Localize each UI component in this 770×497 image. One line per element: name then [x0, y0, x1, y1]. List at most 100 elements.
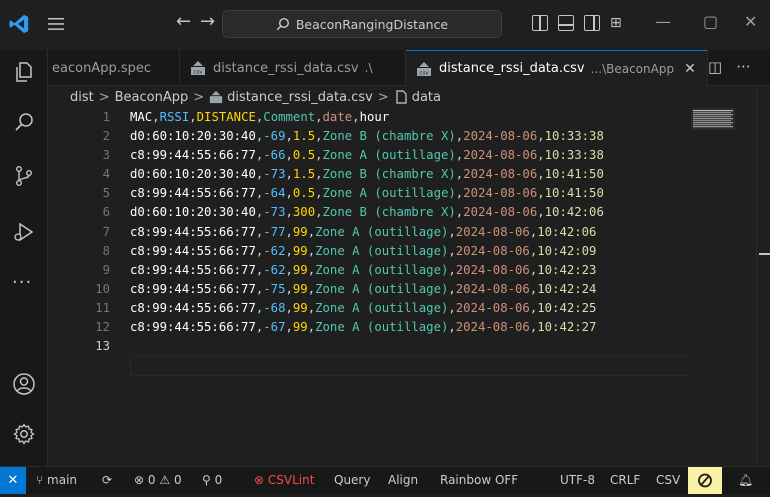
branch-name: main	[47, 473, 78, 487]
cell-rssi: -73	[263, 167, 286, 182]
tab-distance-rssi-data-beaconapp[interactable]: csv distance_rssi_data.csv ...\BeaconApp…	[406, 50, 708, 86]
source-control-icon[interactable]	[12, 164, 36, 188]
cell-mac: d0:60:10:20:30:40	[130, 205, 256, 220]
cell-rssi: -62	[263, 243, 286, 258]
rainbow-toggle[interactable]: Rainbow OFF	[440, 473, 518, 487]
header-comment: Comment	[263, 110, 316, 124]
more-actions-icon[interactable]: ···	[736, 58, 750, 76]
notifications-bell-icon[interactable]: 🔔︎	[738, 473, 753, 487]
vertical-scrollbar[interactable]	[756, 86, 770, 466]
tab-description: ...\BeaconApp	[590, 61, 675, 76]
cell-distance: 99	[292, 281, 308, 296]
back-arrow-icon[interactable]: ←	[176, 11, 191, 32]
line-number: 11	[95, 300, 110, 315]
extension-status-badge[interactable]	[688, 467, 722, 494]
toggle-panel-icon[interactable]	[558, 15, 574, 31]
tab-beaconapp-spec[interactable]: eaconApp.spec	[48, 50, 180, 86]
tab-label: eaconApp.spec	[52, 60, 152, 76]
minimize-icon[interactable]: —	[655, 12, 671, 31]
explorer-icon[interactable]	[12, 60, 36, 84]
query-button[interactable]: Query	[334, 473, 370, 487]
line-number: 8	[102, 243, 110, 258]
cell-rssi: -73	[263, 205, 286, 220]
forward-arrow-icon[interactable]: →	[200, 11, 215, 32]
search-sidebar-icon[interactable]	[12, 110, 36, 134]
more-views-icon[interactable]: ···	[12, 272, 32, 293]
csv-data-line: d0:60:10:20:30:40,-73,300,Zone B (chambr…	[130, 205, 604, 220]
account-icon[interactable]	[12, 372, 36, 396]
tab-distance-rssi-data-local[interactable]: csv distance_rssi_data.csv .\	[180, 50, 406, 86]
encoding-status[interactable]: UTF-8	[560, 473, 595, 487]
cell-hour: 10:42:23	[537, 262, 597, 277]
gear-icon[interactable]	[12, 422, 36, 446]
cell-mac: d0:60:10:20:30:40	[130, 129, 256, 144]
tab-bar: eaconApp.spec csv distance_rssi_data.csv…	[48, 50, 770, 86]
sync-icon[interactable]: ⟳	[102, 473, 112, 487]
breadcrumb-beaconapp[interactable]: BeaconApp	[115, 90, 189, 105]
cell-distance: 99	[292, 243, 308, 258]
cell-date: 2024-08-06	[455, 224, 530, 239]
align-button[interactable]: Align	[388, 473, 418, 487]
csvlint-status[interactable]: ⊗ CSVLint	[254, 473, 314, 487]
cell-hour: 10:41:50	[544, 167, 604, 182]
breadcrumb-file[interactable]: distance_rssi_data.csv	[227, 90, 373, 105]
csv-data-line: c8:99:44:55:66:77,-64,0.5,Zone A (outill…	[130, 186, 604, 201]
toggle-secondary-sidebar-icon[interactable]	[584, 15, 600, 31]
cell-hour: 10:42:06	[544, 205, 604, 220]
csv-data-line: c8:99:44:55:66:77,-66,0.5,Zone A (outill…	[130, 148, 604, 163]
line-number-gutter: 1 2 3 4 5 6 7 8 9 10 11 12 13	[48, 108, 112, 356]
editor-actions: ◫ ···	[708, 58, 751, 76]
cell-mac: c8:99:44:55:66:77	[130, 148, 256, 163]
cell-distance: 1.5	[292, 167, 316, 182]
language-mode[interactable]: CSV	[656, 473, 680, 487]
cell-comment: Zone A (outillage)	[315, 300, 449, 315]
cell-date: 2024-08-06	[455, 320, 530, 335]
cell-date: 2024-08-06	[455, 262, 530, 277]
breadcrumb-dist[interactable]: dist	[70, 90, 94, 105]
cell-distance: 99	[292, 224, 308, 239]
close-tab-icon[interactable]: ✕	[684, 61, 696, 77]
document-icon	[396, 90, 407, 104]
csv-data-line: d0:60:10:20:30:40,-69,1.5,Zone B (chambr…	[130, 129, 604, 144]
cell-hour: 10:33:38	[544, 148, 604, 163]
maximize-icon[interactable]: ▢	[703, 12, 718, 31]
close-window-icon[interactable]: ✕	[744, 12, 757, 31]
cell-comment: Zone A (outillage)	[315, 243, 449, 258]
cell-mac: c8:99:44:55:66:77	[130, 186, 256, 201]
command-center-search[interactable]: BeaconRangingDistance	[222, 10, 502, 38]
cell-mac: c8:99:44:55:66:77	[130, 224, 256, 239]
code-lines: MAC,RSSI,DISTANCE,Comment,date,hour d0:6…	[130, 108, 688, 356]
menu-icon[interactable]	[48, 17, 64, 31]
cell-distance: 0.5	[292, 148, 316, 163]
cell-mac: d0:60:10:20:30:40	[130, 167, 256, 182]
vscode-logo-icon[interactable]	[8, 13, 30, 35]
ports-status[interactable]: ⚲ 0	[202, 473, 222, 487]
split-editor-icon[interactable]: ◫	[708, 58, 722, 76]
cell-rssi: -69	[263, 129, 286, 144]
cell-date: 2024-08-06	[463, 148, 538, 163]
run-and-debug-icon[interactable]	[12, 220, 36, 244]
branch-status[interactable]: ⑂ main	[36, 473, 77, 487]
eol-status[interactable]: CRLF	[610, 473, 640, 487]
customize-layout-icon[interactable]: ⊞	[610, 15, 626, 31]
cell-distance: 99	[292, 320, 308, 335]
line-number: 5	[102, 186, 110, 201]
line-number: 10	[95, 281, 110, 296]
header-hour: hour	[359, 110, 390, 124]
line-number: 12	[95, 320, 110, 335]
empty-line	[130, 337, 688, 356]
code-editor[interactable]: 1 2 3 4 5 6 7 8 9 10 11 12 13 MAC,RSSI,D…	[48, 108, 688, 466]
layout-controls: ⊞	[532, 15, 626, 31]
csv-header-line: MAC,RSSI,DISTANCE,Comment,date,hour	[130, 110, 390, 124]
problems-status[interactable]: ⊗ 0 ⚠ 0	[134, 473, 182, 487]
header-distance: DISTANCE	[196, 110, 256, 124]
breadcrumb-separator: >	[98, 89, 110, 105]
breadcrumb: dist > BeaconApp > distance_rssi_data.cs…	[48, 86, 688, 108]
line-number: 3	[102, 148, 110, 163]
remote-indicator-icon[interactable]: ✕	[0, 467, 26, 494]
cell-mac: c8:99:44:55:66:77	[130, 281, 256, 296]
cell-distance: 1.5	[292, 129, 316, 144]
toggle-primary-sidebar-icon[interactable]	[532, 15, 548, 31]
breadcrumb-data[interactable]: data	[412, 90, 441, 105]
breadcrumb-separator: >	[193, 89, 205, 105]
